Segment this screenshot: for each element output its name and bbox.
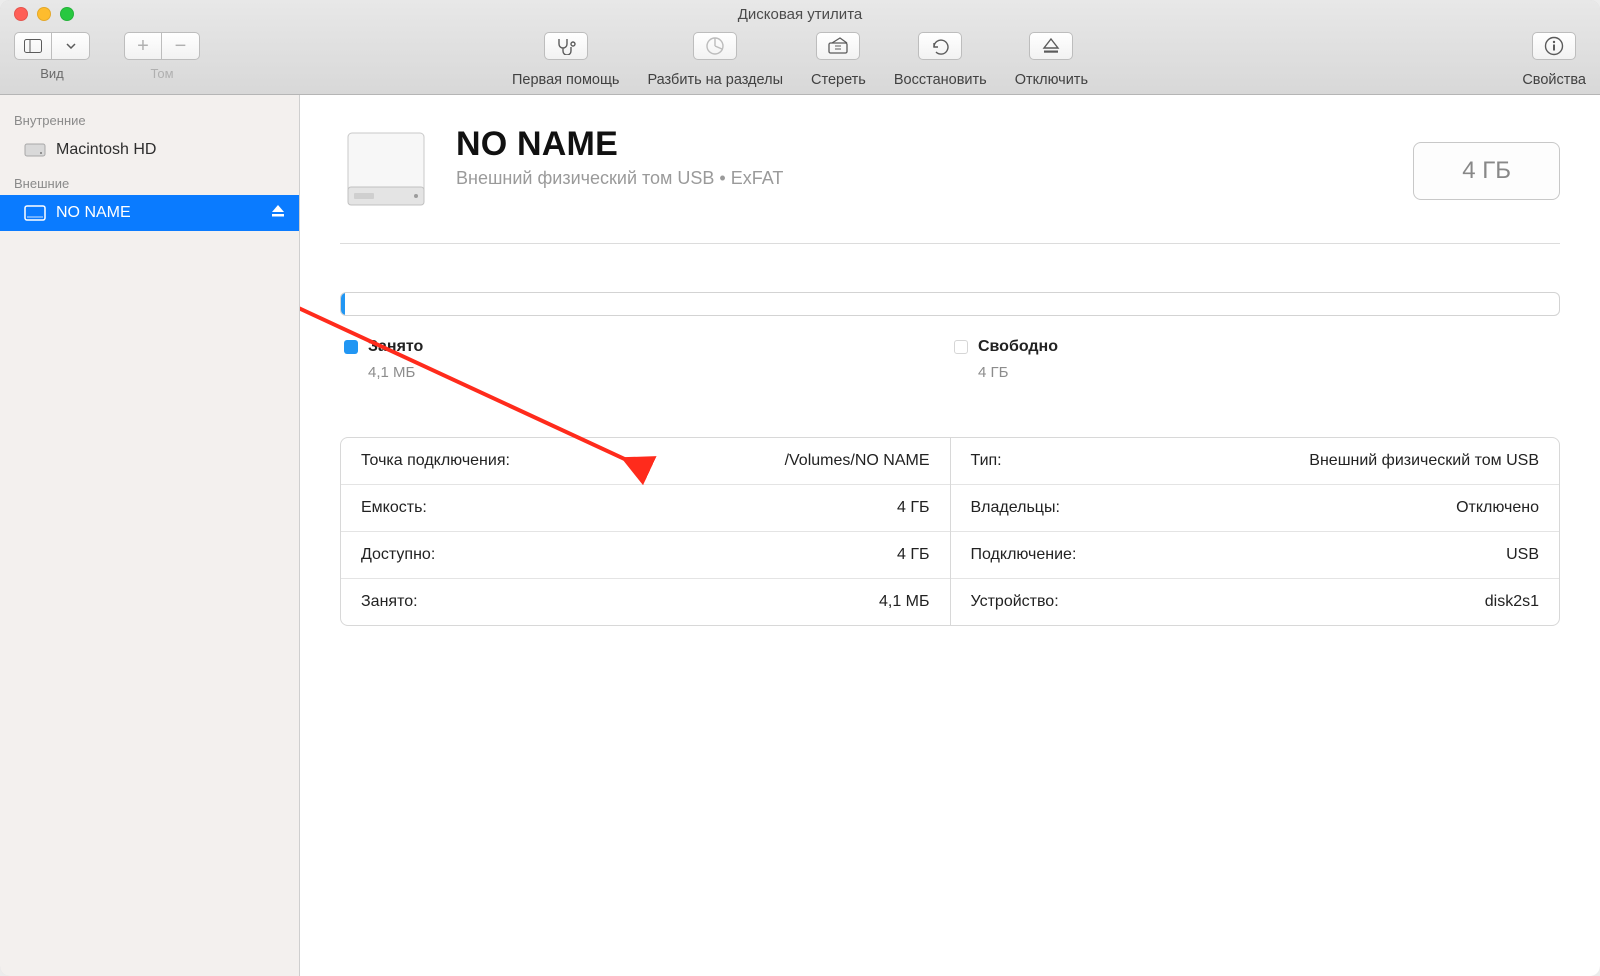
sidebar-icon (24, 39, 42, 53)
usage-bar (340, 292, 1560, 316)
info-row: Емкость:4 ГБ (341, 485, 950, 532)
window-controls (0, 7, 74, 21)
unmount-button[interactable] (1029, 32, 1073, 60)
center-toolbar: Первая помощь Разбить на разделы Стереть (512, 32, 1088, 88)
titlebar: Дисковая утилита Вид (0, 0, 1600, 95)
sidebar-item-no-name[interactable]: NO NAME (0, 195, 299, 231)
info-icon (1544, 36, 1564, 56)
usage-block: Занято 4,1 МБ Свободно 4 ГБ (340, 292, 1560, 381)
free-value: 4 ГБ (978, 364, 1560, 381)
volume-subtitle: Внешний физический том USB • ExFAT (456, 168, 783, 189)
sidebar-item-label: Macintosh HD (56, 141, 156, 159)
add-volume-button[interactable]: + (124, 32, 162, 60)
body-split: Внутренние Macintosh HD Внешние NO NAME (0, 95, 1600, 976)
free-label: Свободно (978, 338, 1058, 356)
plus-icon: + (137, 36, 149, 56)
info-table: Точка подключения:/Volumes/NO NAME Емкос… (340, 437, 1560, 626)
used-label: Занято (368, 338, 423, 356)
info-row: Подключение:USB (951, 532, 1560, 579)
info-label: Свойства (1522, 72, 1586, 88)
main-pane: NO NAME Внешний физический том USB • ExF… (300, 95, 1600, 976)
info-col-right: Тип:Внешний физический том USB Владельцы… (951, 438, 1560, 625)
info-col-left: Точка подключения:/Volumes/NO NAME Емкос… (341, 438, 951, 625)
remove-volume-button[interactable]: − (162, 32, 200, 60)
eject-icon (1042, 37, 1060, 55)
minus-icon: − (175, 36, 187, 56)
sidebar-section-external: Внешние (0, 168, 299, 195)
info-row: Занято:4,1 МБ (341, 579, 950, 625)
chevron-down-icon (66, 43, 76, 49)
volume-label: Том (150, 66, 173, 81)
info-row: Устройство:disk2s1 (951, 579, 1560, 625)
view-group: Вид (14, 32, 90, 81)
info-row: Доступно:4 ГБ (341, 532, 950, 579)
sidebar-toggle-button[interactable] (14, 32, 52, 60)
restore-button[interactable] (918, 32, 962, 60)
sidebar-item-label: NO NAME (56, 204, 131, 222)
pie-icon (705, 36, 725, 56)
stethoscope-icon (555, 37, 577, 55)
internal-disk-icon (24, 141, 46, 159)
volume-name: NO NAME (456, 125, 783, 164)
first-aid-button[interactable] (544, 32, 588, 60)
sidebar-item-macintosh-hd[interactable]: Macintosh HD (0, 132, 299, 168)
used-color-dot (344, 340, 358, 354)
erase-button[interactable] (816, 32, 860, 60)
window-title: Дисковая утилита (0, 6, 1600, 23)
info-row: Владельцы:Отключено (951, 485, 1560, 532)
minimize-window-button[interactable] (37, 7, 51, 21)
volume-header: NO NAME Внешний физический том USB • ExF… (340, 125, 1560, 244)
usage-used-slice (341, 293, 345, 315)
view-label: Вид (40, 66, 64, 81)
zoom-window-button[interactable] (60, 7, 74, 21)
toolbar: Вид + − Том (0, 28, 1600, 94)
volume-size-pill: 4 ГБ (1413, 142, 1560, 200)
partition-label: Разбить на разделы (647, 72, 783, 88)
erase-label: Стереть (811, 72, 866, 88)
free-color-dot (954, 340, 968, 354)
sidebar-section-internal: Внутренние (0, 105, 299, 132)
info-row: Тип:Внешний физический том USB (951, 438, 1560, 485)
unmount-label: Отключить (1015, 72, 1088, 88)
used-value: 4,1 МБ (368, 364, 950, 381)
volume-large-icon (340, 125, 432, 217)
restore-label: Восстановить (894, 72, 987, 88)
eject-volume-button[interactable] (271, 204, 285, 223)
info-row: Точка подключения:/Volumes/NO NAME (341, 438, 950, 485)
erase-icon (827, 37, 849, 55)
volume-group: + − Том (124, 32, 200, 81)
info-group: Свойства (1522, 32, 1586, 88)
close-window-button[interactable] (14, 7, 28, 21)
disk-utility-window: Дисковая утилита Вид (0, 0, 1600, 976)
eject-icon (271, 204, 285, 218)
sidebar: Внутренние Macintosh HD Внешние NO NAME (0, 95, 300, 976)
external-disk-icon (24, 204, 46, 222)
first-aid-label: Первая помощь (512, 72, 619, 88)
partition-button[interactable] (693, 32, 737, 60)
restore-icon (930, 37, 950, 55)
info-button[interactable] (1532, 32, 1576, 60)
view-menu-button[interactable] (52, 32, 90, 60)
